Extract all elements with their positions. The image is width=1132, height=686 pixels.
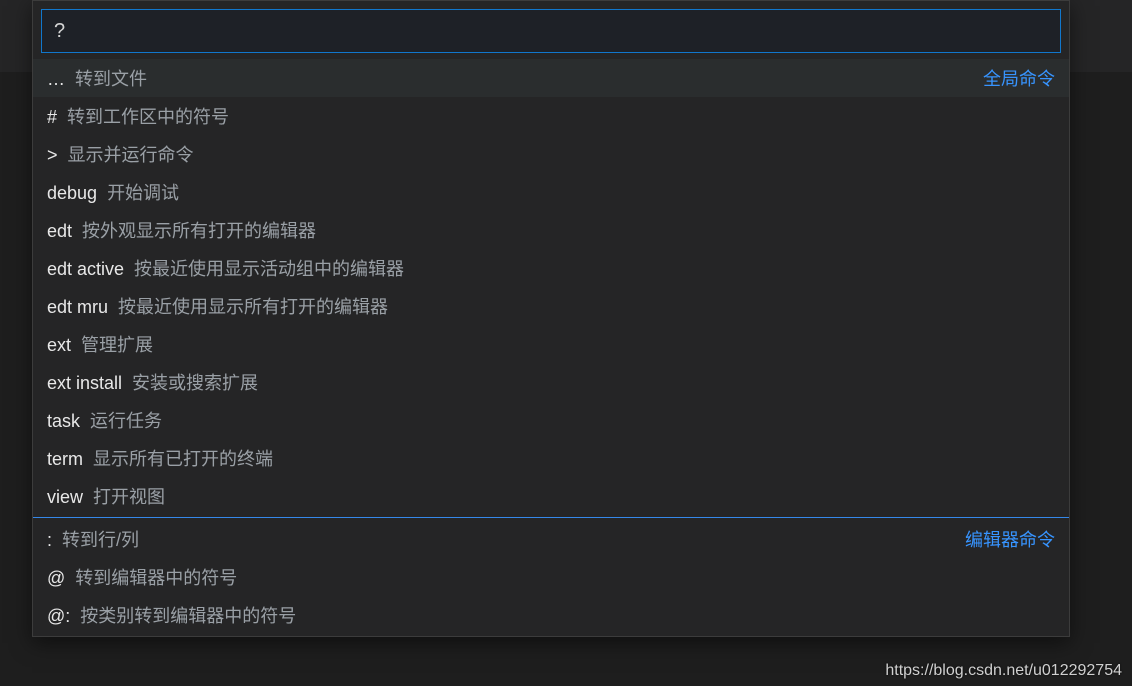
command-description: 按外观显示所有打开的编辑器: [82, 217, 316, 243]
command-prefix: >: [47, 145, 58, 166]
command-prefix: view: [47, 487, 83, 508]
command-item[interactable]: > 显示并运行命令: [33, 135, 1069, 173]
command-item-left: edt active 按最近使用显示活动组中的编辑器: [47, 255, 404, 281]
command-description: 转到工作区中的符号: [67, 103, 229, 129]
command-item[interactable]: … 转到文件 全局命令: [33, 59, 1069, 97]
command-item[interactable]: edt mru 按最近使用显示所有打开的编辑器: [33, 287, 1069, 325]
command-item[interactable]: debug 开始调试: [33, 173, 1069, 211]
command-item[interactable]: # 转到工作区中的符号: [33, 97, 1069, 135]
command-input[interactable]: [41, 9, 1061, 53]
command-prefix: edt active: [47, 259, 124, 280]
command-prefix: term: [47, 449, 83, 470]
command-description: 开始调试: [107, 179, 179, 205]
command-item[interactable]: @ 转到编辑器中的符号: [33, 558, 1069, 596]
command-description: 转到行/列: [62, 526, 139, 552]
command-item[interactable]: term 显示所有已打开的终端: [33, 439, 1069, 477]
command-prefix: @:: [47, 606, 70, 627]
command-palette: … 转到文件 全局命令 # 转到工作区中的符号 > 显示并运行命令 debug 开始调试 edt 按…: [32, 0, 1070, 637]
command-item[interactable]: @: 按类别转到编辑器中的符号: [33, 596, 1069, 634]
command-item-left: : 转到行/列: [47, 526, 139, 552]
command-prefix: task: [47, 411, 80, 432]
command-item[interactable]: edt 按外观显示所有打开的编辑器: [33, 211, 1069, 249]
command-item-left: @: 按类别转到编辑器中的符号: [47, 602, 296, 628]
command-item-left: view 打开视图: [47, 483, 165, 509]
command-description: 按最近使用显示活动组中的编辑器: [134, 255, 404, 281]
command-prefix: @: [47, 568, 65, 589]
command-item-left: ext install 安装或搜索扩展: [47, 369, 258, 395]
command-prefix: edt: [47, 221, 72, 242]
command-item[interactable]: task 运行任务: [33, 401, 1069, 439]
command-item[interactable]: : 转到行/列 编辑器命令: [33, 520, 1069, 558]
command-item-left: debug 开始调试: [47, 179, 179, 205]
command-description: 运行任务: [90, 407, 162, 433]
command-description: 转到编辑器中的符号: [75, 564, 237, 590]
command-item[interactable]: ext install 安装或搜索扩展: [33, 363, 1069, 401]
group-label: 全局命令: [983, 65, 1055, 91]
command-prefix: #: [47, 107, 57, 128]
command-item-left: ext 管理扩展: [47, 331, 153, 357]
command-item-left: # 转到工作区中的符号: [47, 103, 229, 129]
command-description: 转到文件: [75, 65, 147, 91]
command-description: 显示并运行命令: [68, 141, 194, 167]
command-item-left: > 显示并运行命令: [47, 141, 194, 167]
command-description: 显示所有已打开的终端: [93, 445, 273, 471]
command-prefix: ext install: [47, 373, 122, 394]
command-prefix: …: [47, 69, 65, 90]
command-item-left: @ 转到编辑器中的符号: [47, 564, 237, 590]
group-label: 编辑器命令: [965, 526, 1055, 552]
command-list: … 转到文件 全局命令 # 转到工作区中的符号 > 显示并运行命令 debug 开始调试 edt 按…: [33, 59, 1069, 636]
command-item[interactable]: edt active 按最近使用显示活动组中的编辑器: [33, 249, 1069, 287]
command-prefix: edt mru: [47, 297, 108, 318]
command-description: 按类别转到编辑器中的符号: [80, 602, 296, 628]
command-description: 打开视图: [93, 483, 165, 509]
command-description: 管理扩展: [81, 331, 153, 357]
command-prefix: :: [47, 530, 52, 551]
command-description: 按最近使用显示所有打开的编辑器: [118, 293, 388, 319]
command-prefix: debug: [47, 183, 97, 204]
command-description: 安装或搜索扩展: [132, 369, 258, 395]
command-item-left: term 显示所有已打开的终端: [47, 445, 273, 471]
group-separator: [33, 517, 1069, 518]
command-prefix: ext: [47, 335, 71, 356]
command-item-left: task 运行任务: [47, 407, 162, 433]
command-item-left: … 转到文件: [47, 65, 147, 91]
watermark: https://blog.csdn.net/u012292754: [885, 662, 1122, 680]
command-item-left: edt 按外观显示所有打开的编辑器: [47, 217, 316, 243]
command-item-left: edt mru 按最近使用显示所有打开的编辑器: [47, 293, 388, 319]
command-item[interactable]: view 打开视图: [33, 477, 1069, 515]
command-input-wrap: [33, 1, 1069, 59]
command-item[interactable]: ext 管理扩展: [33, 325, 1069, 363]
